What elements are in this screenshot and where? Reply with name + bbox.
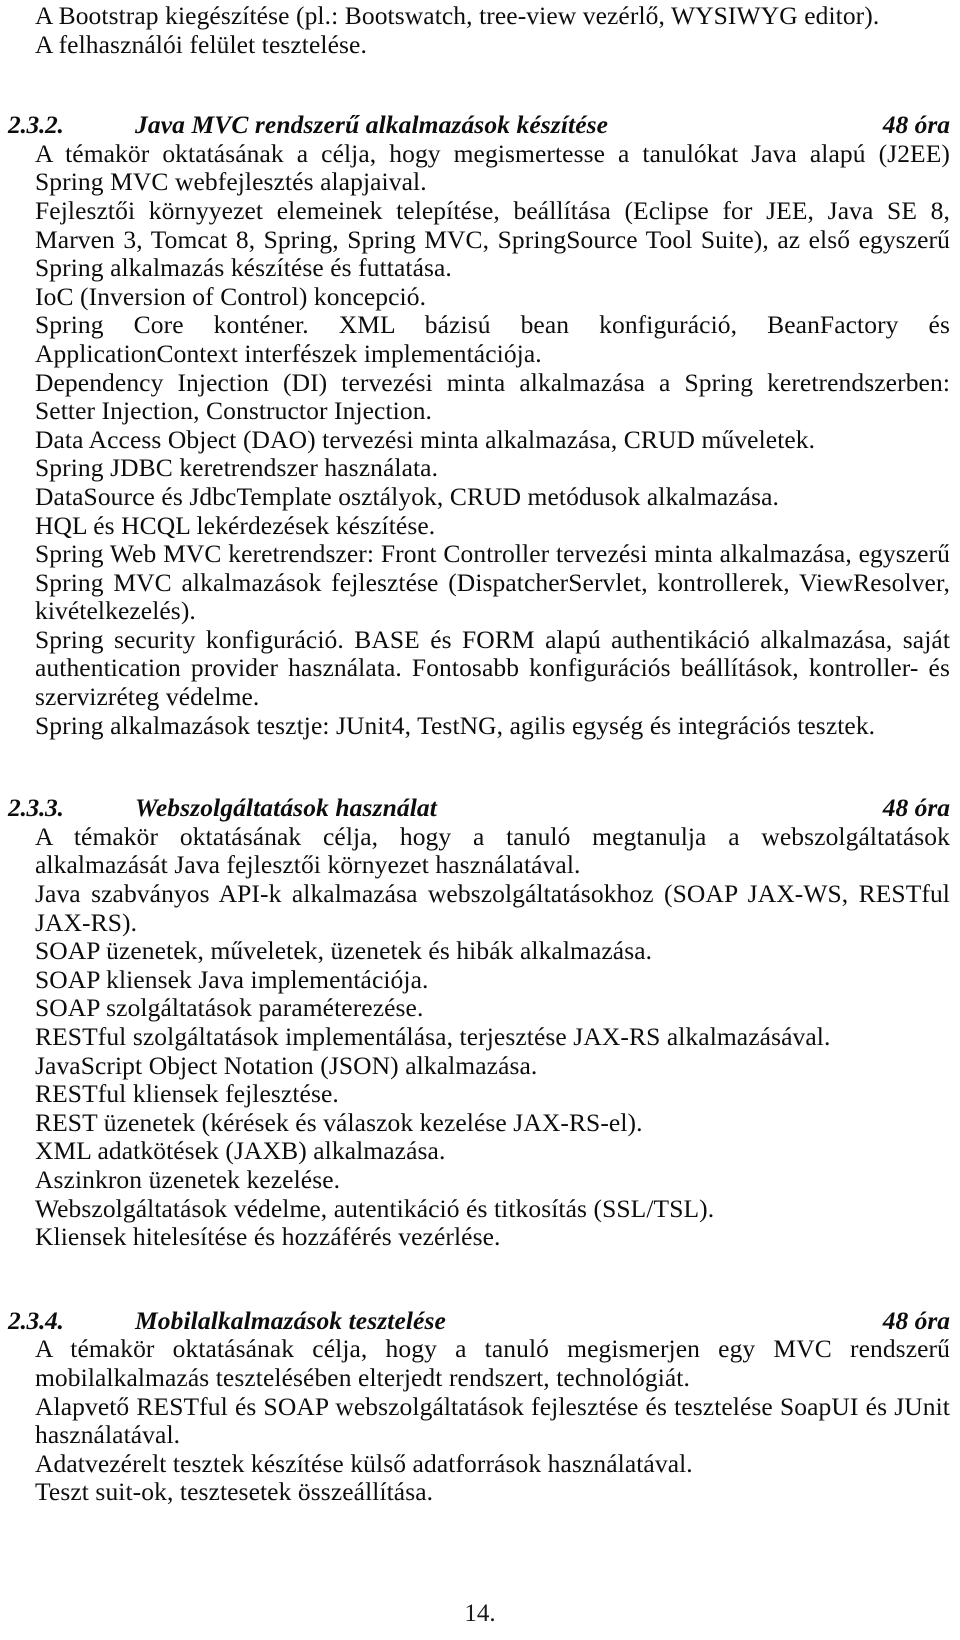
paragraph: SOAP kliensek Java implementációja. <box>35 964 429 994</box>
paragraph: A felhasználói felület tesztelése. <box>35 29 367 59</box>
paragraph: RESTful szolgáltatások implementálása, t… <box>35 1022 831 1051</box>
page-content: A Bootstrap kiegészítése (pl.: Bootswatc… <box>8 1 950 1507</box>
paragraph: SOAP szolgáltatások paraméterezése. <box>35 993 424 1023</box>
page-number: 14. <box>464 1600 496 1627</box>
section-heading: 2.3.3. Webszolgáltatások használat 48 ór… <box>8 794 950 823</box>
paragraph: Spring Web MVC keretrendszer: Front Cont… <box>35 539 950 626</box>
section-number: 2.3.4. <box>8 1305 64 1335</box>
section-hours: 48 óra <box>882 110 950 140</box>
section-heading: 2.3.2. Java MVC rendszerű alkalmazások k… <box>8 111 950 140</box>
paragraph: Fejlesztői környyezet elemeinek telepíté… <box>35 195 950 283</box>
paragraph: Spring alkalmazások tesztje: JUnit4, Tes… <box>35 710 876 740</box>
section-hours: 48 óra <box>882 1305 950 1335</box>
paragraph: A témakör oktatásának célja, hogy a tanu… <box>35 821 950 880</box>
paragraph: Java szabványos API-k alkalmazása webszo… <box>35 879 950 937</box>
paragraph: JavaScript Object Notation (JSON) alkalm… <box>35 1050 538 1080</box>
paragraph: Spring security konfiguráció. BASE és FO… <box>35 624 950 712</box>
paragraph: A Bootstrap kiegészítése (pl.: Bootswatc… <box>35 1 880 30</box>
document-page: A Bootstrap kiegészítése (pl.: Bootswatc… <box>0 0 960 1640</box>
section-heading: 2.3.4. Mobilalkalmazások tesztelése 48 ó… <box>8 1305 950 1336</box>
section-hours: 48 óra <box>882 793 950 823</box>
paragraph: A témakör oktatásának a célja, hogy megi… <box>35 138 950 197</box>
paragraph: Aszinkron üzenetek kezelése. <box>35 1164 341 1194</box>
paragraph: REST üzenetek (kérések és válaszok kezel… <box>35 1107 643 1137</box>
paragraph: A témakör oktatásának célja, hogy a tanu… <box>35 1334 950 1392</box>
paragraph: Alapvető RESTful és SOAP webszolgáltatás… <box>35 1391 950 1450</box>
section-title: Java MVC rendszerű alkalmazások készítés… <box>135 110 609 140</box>
paragraph: IoC (Inversion of Control) koncepció. <box>35 281 427 311</box>
paragraph: Adatvezérelt tesztek készítése külső ada… <box>35 1448 693 1478</box>
paragraph: SOAP üzenetek, műveletek, üzenetek és hi… <box>35 936 653 966</box>
paragraph: Spring Core konténer. XML bázisú bean ko… <box>35 310 950 368</box>
section-number: 2.3.2. <box>8 110 64 140</box>
paragraph: Teszt suit-ok, tesztesetek összeállítása… <box>35 1477 434 1507</box>
section-title: Webszolgáltatások használat <box>135 793 437 823</box>
section-title: Mobilalkalmazások tesztelése <box>135 1305 446 1335</box>
paragraph: RESTful kliensek fejlesztése. <box>35 1079 339 1109</box>
paragraph: Spring JDBC keretrendszer használata. <box>35 453 439 483</box>
paragraph: Data Access Object (DAO) tervezési minta… <box>35 424 816 454</box>
paragraph: HQL és HCQL lekérdezések készítése. <box>35 510 436 540</box>
paragraph: Dependency Injection (DI) tervezési mint… <box>35 367 950 426</box>
paragraph: Kliensek hitelesítése és hozzáférés vezé… <box>35 1222 501 1252</box>
paragraph: Webszolgáltatások védelme, autentikáció … <box>35 1193 715 1223</box>
paragraph: DataSource és JdbcTemplate osztályok, CR… <box>35 481 780 511</box>
section-number: 2.3.3. <box>8 793 64 823</box>
paragraph: XML adatkötések (JAXB) alkalmazása. <box>35 1136 446 1166</box>
